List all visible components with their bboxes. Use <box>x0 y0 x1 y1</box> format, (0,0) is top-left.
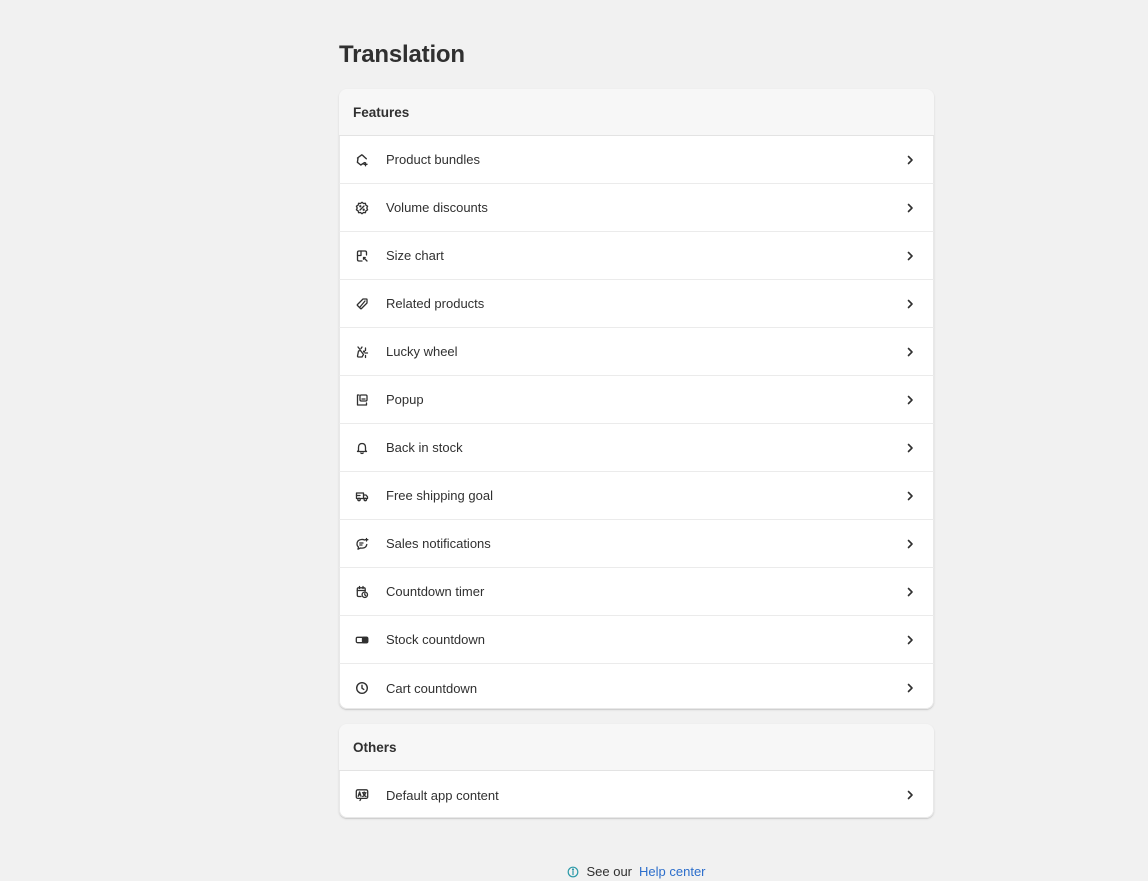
chevron-right-icon <box>904 490 916 502</box>
calendar-clock-icon <box>355 585 369 599</box>
clock-icon <box>355 681 369 695</box>
chevron-right-icon <box>904 154 916 166</box>
toggle-icon <box>355 633 369 647</box>
help-footer: See our Help center <box>339 864 934 879</box>
feature-label: Product bundles <box>386 152 480 167</box>
features-card: Features Product bundles Volume discount… <box>339 89 934 709</box>
others-header: Others <box>339 724 934 771</box>
bundle-icon <box>355 153 369 167</box>
discount-badge-icon <box>355 201 369 215</box>
feature-row-volume-discounts[interactable]: Volume discounts <box>339 184 934 232</box>
features-header: Features <box>339 89 934 136</box>
popup-icon <box>355 393 369 407</box>
feature-row-related-products[interactable]: Related products <box>339 280 934 328</box>
feature-label: Back in stock <box>386 440 463 455</box>
chevron-right-icon <box>904 789 916 801</box>
chevron-right-icon <box>904 586 916 598</box>
wheel-icon <box>355 345 369 359</box>
feature-row-lucky-wheel[interactable]: Lucky wheel <box>339 328 934 376</box>
size-chart-icon <box>355 249 369 263</box>
feature-row-free-shipping-goal[interactable]: Free shipping goal <box>339 472 934 520</box>
feature-label: Stock countdown <box>386 632 486 647</box>
chevron-right-icon <box>904 298 916 310</box>
chevron-right-icon <box>904 682 916 694</box>
feature-row-size-chart[interactable]: Size chart <box>339 232 934 280</box>
chevron-right-icon <box>904 442 916 454</box>
language-icon <box>355 788 369 802</box>
page-title: Translation <box>339 41 465 68</box>
feature-row-popup[interactable]: Popup <box>339 376 934 424</box>
feature-row-stock-countdown[interactable]: Stock countdown <box>339 616 934 664</box>
feature-label: Lucky wheel <box>386 344 458 359</box>
chat-notification-icon <box>355 537 369 551</box>
tag-icon <box>355 297 369 311</box>
feature-label: Related products <box>386 296 485 311</box>
chevron-right-icon <box>904 394 916 406</box>
feature-label: Countdown timer <box>386 584 485 599</box>
chevron-right-icon <box>904 634 916 646</box>
feature-label: Volume discounts <box>386 200 488 215</box>
feature-label: Sales notifications <box>386 536 491 551</box>
chevron-right-icon <box>904 202 916 214</box>
others-label: Default app content <box>386 787 499 803</box>
others-card: Others Default app content <box>339 724 934 818</box>
others-row-default-app-content[interactable]: Default app content <box>339 771 934 818</box>
help-prefix: See our <box>586 864 633 879</box>
chevron-right-icon <box>904 538 916 550</box>
feature-row-product-bundles[interactable]: Product bundles <box>339 136 934 184</box>
feature-label: Cart countdown <box>386 680 478 696</box>
truck-icon <box>355 489 369 503</box>
help-center-link[interactable]: Help center <box>639 864 705 879</box>
feature-row-countdown-timer[interactable]: Countdown timer <box>339 568 934 616</box>
bell-icon <box>355 441 369 455</box>
chevron-right-icon <box>904 346 916 358</box>
feature-label: Free shipping goal <box>386 488 493 503</box>
feature-row-back-in-stock[interactable]: Back in stock <box>339 424 934 472</box>
feature-row-cart-countdown[interactable]: Cart countdown <box>339 664 934 709</box>
feature-label: Size chart <box>386 248 444 263</box>
chevron-right-icon <box>904 250 916 262</box>
feature-label: Popup <box>386 392 424 407</box>
feature-row-sales-notifications[interactable]: Sales notifications <box>339 520 934 568</box>
